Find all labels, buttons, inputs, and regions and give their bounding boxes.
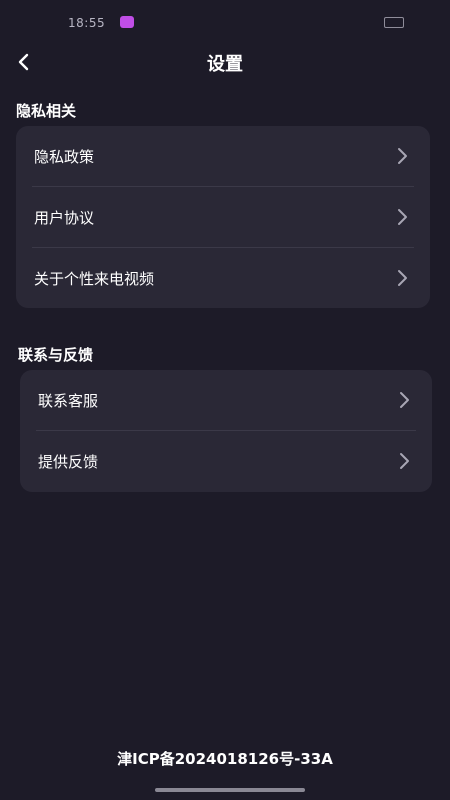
chevron-right-icon [398, 209, 407, 225]
header: 设置 [0, 44, 450, 80]
settings-item-feedback[interactable]: 提供反馈 [20, 431, 432, 491]
settings-item-label: 联系客服 [38, 392, 99, 410]
chevron-right-icon [398, 270, 407, 286]
section-title-contact: 联系与反馈 [18, 346, 94, 364]
page-title: 设置 [207, 54, 243, 75]
settings-item-label: 提供反馈 [38, 453, 99, 471]
battery-icon [384, 17, 404, 28]
settings-item-about[interactable]: 关于个性来电视频 [16, 248, 430, 308]
settings-item-privacy-policy[interactable]: 隐私政策 [16, 126, 430, 186]
privacy-card: 隐私政策 用户协议 关于个性来电视频 [16, 126, 430, 308]
chevron-right-icon [398, 148, 407, 164]
settings-item-label: 隐私政策 [34, 148, 95, 166]
settings-item-customer-service[interactable]: 联系客服 [20, 370, 432, 430]
settings-item-label: 关于个性来电视频 [34, 270, 155, 288]
section-title-privacy: 隐私相关 [16, 102, 77, 120]
chevron-right-icon [400, 453, 409, 469]
icp-license-text: 津ICP备2024018126号-33A [117, 750, 333, 768]
chevron-right-icon [400, 392, 409, 408]
app-notification-icon [120, 16, 134, 28]
contact-card: 联系客服 提供反馈 [20, 370, 432, 492]
home-indicator[interactable] [155, 788, 305, 792]
settings-item-label: 用户协议 [34, 209, 95, 227]
status-bar: 18:55 [0, 0, 450, 44]
status-time: 18:55 [68, 16, 106, 30]
settings-item-user-agreement[interactable]: 用户协议 [16, 187, 430, 247]
